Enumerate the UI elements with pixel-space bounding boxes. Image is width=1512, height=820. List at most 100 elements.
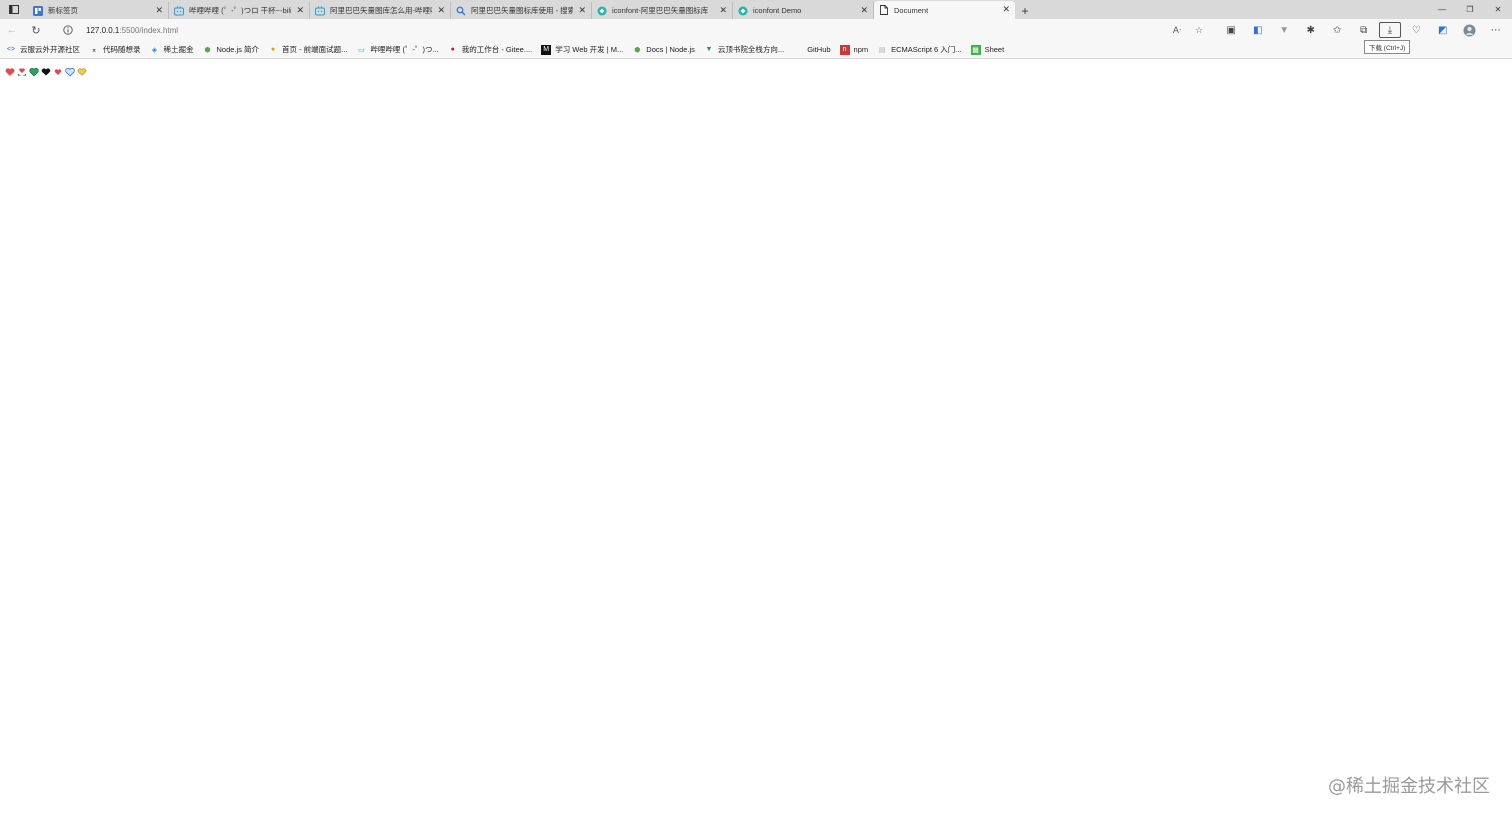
bookmark-label: ECMAScript 6 入门...	[891, 45, 962, 54]
search-icon	[456, 6, 466, 16]
bookmark-item[interactable]: ▼ 云顶书院全栈方向...	[704, 44, 784, 55]
read-aloud-icon[interactable]: Aᐧ	[1166, 21, 1188, 39]
extension-icon[interactable]: ▣	[1218, 19, 1245, 41]
tab-close-icon[interactable]: ✕	[1002, 4, 1010, 15]
tab-close-icon[interactable]: ✕	[155, 5, 163, 16]
tab-new-tab-page[interactable]: 新标签页 ✕	[28, 2, 169, 19]
bookmark-item[interactable]: ● 我的工作台 - Gitee....	[448, 44, 533, 55]
bilibili-icon: ▭	[358, 46, 365, 54]
iconfont-icon	[597, 6, 607, 16]
plus-icon: +	[1021, 3, 1029, 18]
minimize-icon[interactable]: —	[1428, 0, 1456, 19]
bookmark-item[interactable]: ◈ 稀土掘金	[150, 44, 194, 55]
tab-bilibili[interactable]: 哔哩哔哩 (゜-゜)つロ 干杯~-bilibili ✕	[169, 2, 310, 19]
browser-essentials-icon[interactable]: ♡	[1403, 19, 1430, 41]
bookmark-item[interactable]: ⬢ Docs | Node.js	[632, 45, 695, 55]
bookmark-label: Sheet	[984, 45, 1005, 54]
gitee-icon: ●	[450, 46, 455, 53]
tab-search[interactable]: 阿里巴巴矢量图标库使用 - 搜索 ✕	[451, 2, 592, 19]
address-bar-actions: Aᐧ ☆	[1166, 21, 1210, 39]
tab-close-icon[interactable]: ✕	[437, 5, 445, 16]
coder-icon: ⌅	[91, 46, 97, 54]
bookmark-label: Docs | Node.js	[646, 45, 695, 54]
close-window-icon[interactable]: ✕	[1484, 0, 1512, 19]
nodejs-icon: ⬢	[634, 46, 641, 54]
profile-avatar[interactable]	[1456, 19, 1483, 41]
iconfont-icon-row	[5, 67, 87, 77]
bilibili-icon	[174, 6, 184, 16]
bookmark-item[interactable]: M 学习 Web 开发 | M...	[541, 44, 623, 55]
new-tab-page-icon	[33, 6, 43, 16]
downloads-tooltip: 下载 (Ctrl+J)	[1364, 40, 1411, 54]
bookmark-item[interactable]: ⌅ 代码随想录	[89, 44, 141, 55]
bookmark-item[interactable]: n npm	[839, 44, 868, 55]
tab-list: 新标签页 ✕ 哔哩哔哩 (゜-゜)つロ 干杯~-bilibili ✕ 阿里巴巴矢…	[28, 0, 1015, 19]
tab-close-icon[interactable]: ✕	[578, 5, 586, 16]
back-button[interactable]: ←	[0, 19, 24, 41]
restore-icon[interactable]: ❐	[1456, 0, 1484, 19]
bookmark-label: 代码随想录	[103, 45, 141, 54]
vue-devtools-icon[interactable]: ▼	[1271, 19, 1298, 41]
bookmark-label: Node.js 简介	[216, 45, 260, 54]
tab-title: 阿里巴巴矢量图标库使用 - 搜索	[471, 6, 573, 15]
browser-toolbar: ▣ ◧ ▼ ✱ ✩ ⧉ ⤓ ♡ ◩ ⋯	[1218, 19, 1509, 41]
bookmark-item[interactable]: GitHub	[807, 45, 830, 54]
sheet-icon: ▦	[970, 44, 981, 55]
bookmark-label: 首页 - 前端面试题...	[282, 45, 348, 54]
bookmark-label: 云服云外开源社区	[20, 45, 80, 54]
bookmark-label: 云顶书院全栈方向...	[717, 45, 785, 54]
add-favorite-icon[interactable]: ☆	[1188, 21, 1210, 39]
tab-document[interactable]: Document ✕	[874, 1, 1015, 19]
new-tab-button[interactable]: +	[1015, 2, 1035, 19]
tab-title: iconfont-阿里巴巴矢量图标库	[612, 6, 709, 15]
tab-close-icon[interactable]: ✕	[860, 5, 868, 16]
interview-icon: ●	[270, 46, 276, 53]
iconfont-icon	[738, 6, 748, 16]
bookmark-item[interactable]: ⬢ Node.js 简介	[203, 44, 260, 55]
tab-title: 新标签页	[48, 6, 78, 15]
tab-iconfont[interactable]: iconfont-阿里巴巴矢量图标库 ✕	[592, 2, 733, 19]
heart-yellow-icon	[77, 67, 87, 77]
refresh-button[interactable]: ↻	[24, 19, 48, 41]
bookmark-item[interactable]: ▭ 哔哩哔哩 (゜-゜)つ...	[356, 44, 439, 55]
favorites-icon[interactable]: ✩	[1324, 19, 1351, 41]
tab-bilibili-video[interactable]: 阿里巴巴矢量图库怎么用-哔哩哔哩 ✕	[310, 2, 451, 19]
tab-title: 阿里巴巴矢量图库怎么用-哔哩哔哩	[330, 6, 432, 15]
downloads-button[interactable]: ⤓	[1379, 22, 1401, 38]
address-bar[interactable]: 127.0.0.1:5500/index.html Aᐧ ☆	[60, 21, 1210, 39]
heart-blue-icon	[65, 67, 75, 77]
juejin-icon: ◈	[151, 46, 158, 54]
tab-iconfont-demo[interactable]: iconfont Demo ✕	[733, 2, 874, 19]
tab-actions-icon	[9, 5, 19, 14]
tab-actions-button[interactable]	[0, 0, 28, 19]
site-info-button[interactable]	[60, 22, 76, 38]
more-menu-icon[interactable]: ⋯	[1483, 19, 1510, 41]
collections-icon[interactable]: ⧉	[1351, 19, 1378, 41]
url-path: :5500/index.html	[119, 25, 179, 35]
extensions-icon[interactable]: ✱	[1298, 19, 1325, 41]
bookmark-label: GitHub	[807, 45, 831, 54]
info-icon	[63, 25, 73, 35]
bookmark-item[interactable]: ▤ ECMAScript 6 入门...	[877, 44, 962, 55]
ecmascript-icon: ▤	[878, 46, 886, 54]
bilibili-icon	[315, 6, 325, 16]
tab-strip: 新标签页 ✕ 哔哩哔哩 (゜-゜)つロ 干杯~-bilibili ✕ 阿里巴巴矢…	[0, 0, 1512, 19]
bookmark-item[interactable]: ▦ Sheet	[970, 44, 1005, 55]
arrow-left-icon: ←	[6, 24, 18, 36]
tab-title: 哔哩哔哩 (゜-゜)つロ 干杯~-bilibili	[189, 6, 291, 15]
tab-close-icon[interactable]: ✕	[719, 5, 727, 16]
heart-small-red-icon	[53, 67, 63, 77]
code-icon: <>	[6, 46, 16, 53]
download-icon: ⤓	[1387, 24, 1393, 36]
extension-blue-icon[interactable]: ◧	[1245, 19, 1272, 41]
copilot-icon[interactable]: ◩	[1430, 19, 1457, 41]
heart-hands-icon	[17, 67, 27, 77]
document-icon	[880, 5, 888, 15]
npm-icon: n	[839, 44, 850, 55]
tab-close-icon[interactable]: ✕	[296, 5, 304, 16]
avatar-icon	[1463, 24, 1476, 36]
bookmark-item[interactable]: ● 首页 - 前端面试题...	[268, 44, 348, 55]
bookmark-item[interactable]: <> 云服云外开源社区	[6, 44, 80, 55]
bookmark-label: 我的工作台 - Gitee....	[461, 45, 533, 54]
url-text[interactable]: 127.0.0.1:5500/index.html	[86, 26, 178, 35]
